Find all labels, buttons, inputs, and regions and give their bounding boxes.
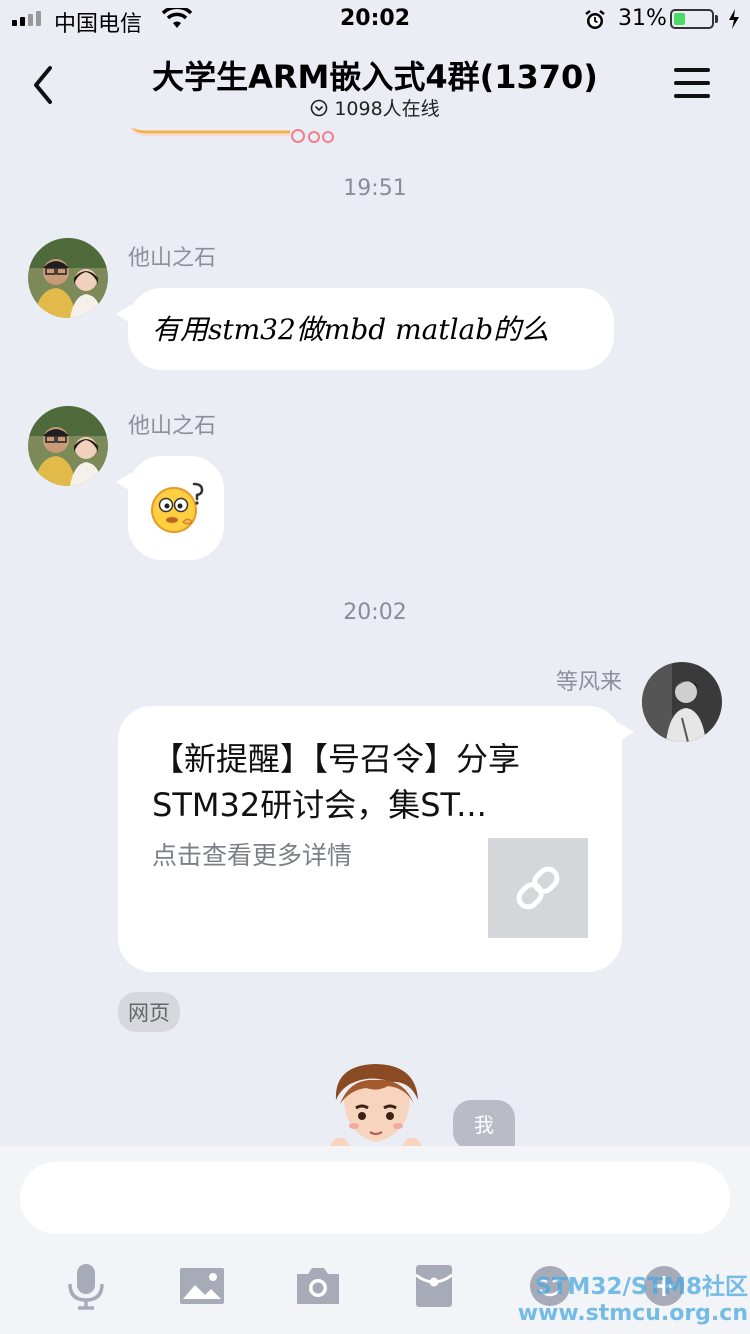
- group-title: 大学生ARM嵌入式4群(1370): [152, 58, 598, 96]
- watermark-line1: STM32/STM8社区: [535, 1274, 748, 1300]
- online-count-label: 1098人在线: [334, 98, 440, 120]
- sender-name: 他山之石: [128, 246, 217, 271]
- confused-face-emoji: [151, 482, 204, 533]
- battery-fill: [674, 13, 685, 25]
- avatar[interactable]: [642, 662, 722, 742]
- me-badge: 我: [453, 1100, 515, 1150]
- link-icon: [516, 866, 560, 910]
- image-icon[interactable]: [174, 1258, 230, 1314]
- avatar[interactable]: [28, 238, 108, 318]
- camera-icon[interactable]: [290, 1258, 346, 1314]
- source-tag: 网页: [118, 992, 180, 1032]
- status-bar: 中国电信 20:02 31%: [0, 0, 750, 40]
- card-description: 点击查看更多详情: [152, 841, 353, 870]
- watermark-line2: www.stmcu.org.cn: [517, 1301, 748, 1326]
- battery-percent: 31%: [618, 6, 667, 31]
- microphone-icon[interactable]: [58, 1258, 114, 1314]
- timestamp: 19:51: [343, 176, 407, 201]
- sender-name: 他山之石: [128, 414, 217, 439]
- card-title: 【新提醒】【号召令】分享STM32研讨会，集ST...: [152, 740, 521, 824]
- avatar-photo: [28, 406, 108, 486]
- avatar-photo: [28, 238, 108, 318]
- message-bubble[interactable]: [116, 456, 224, 560]
- message-input[interactable]: [20, 1162, 730, 1234]
- timestamp: 20:02: [343, 600, 407, 625]
- link-card[interactable]: 【新提醒】【号召令】分享STM32研讨会，集ST... 点击查看更多详情: [118, 706, 634, 972]
- menu-icon[interactable]: [674, 66, 712, 102]
- sender-name: 等风来: [555, 670, 622, 695]
- chat-header: 大学生ARM嵌入式4群(1370) 1098人在线: [0, 40, 750, 128]
- alarm-icon: [585, 10, 605, 29]
- battery-icon: [670, 9, 714, 29]
- card-thumbnail: [488, 838, 588, 938]
- avatar-photo: [642, 662, 722, 742]
- avatar[interactable]: [28, 406, 108, 486]
- red-packet-icon[interactable]: [406, 1258, 462, 1314]
- sticker-fragment: [130, 128, 334, 143]
- message-text: 有用stm32做mbd matlab的么: [152, 313, 550, 346]
- cartoon-avatar-sticker: [330, 1064, 422, 1146]
- watermark: STM32/STM8社区 www.stmcu.org.cn: [508, 1274, 748, 1327]
- chevron-circle-icon: [311, 99, 328, 116]
- message-bubble[interactable]: 有用stm32做mbd matlab的么: [116, 288, 614, 370]
- online-count[interactable]: 1098人在线: [0, 94, 750, 121]
- battery-cap: [715, 15, 718, 23]
- charging-icon: [729, 9, 739, 29]
